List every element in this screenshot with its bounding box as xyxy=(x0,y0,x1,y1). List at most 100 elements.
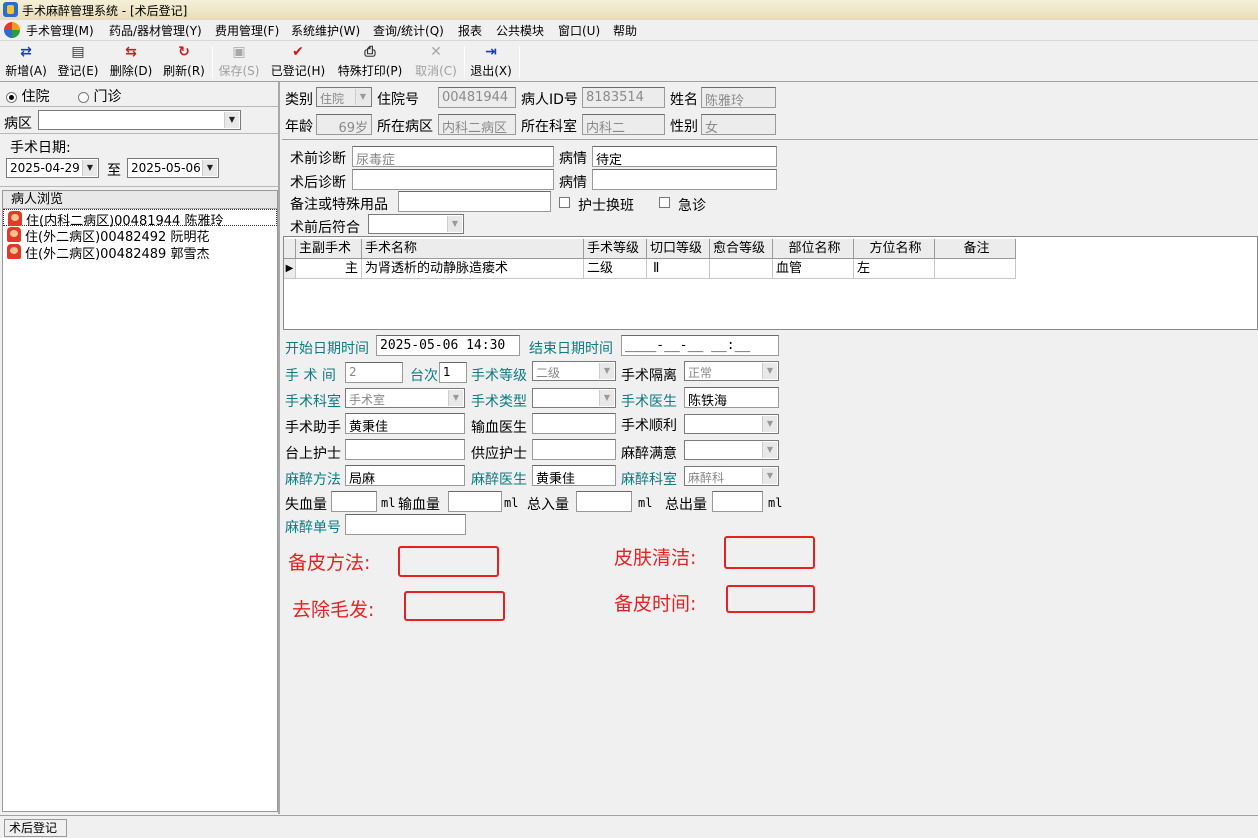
chevron-down-icon[interactable]: ▼ xyxy=(762,468,777,484)
isolation-select[interactable]: 正常 ▼ xyxy=(684,361,779,381)
date-from-picker[interactable]: 2025-04-29 ▼ xyxy=(6,158,99,178)
column-header[interactable]: 主副手术 xyxy=(296,239,362,259)
chevron-down-icon[interactable]: ▼ xyxy=(599,363,614,379)
patient-list: 病人浏览 住(内科二病区)00481944 陈雅玲 住(外二病区)0048249… xyxy=(2,190,278,812)
delete-button[interactable]: ⇆ 删除(D) xyxy=(109,45,153,81)
column-header[interactable]: 愈合等级 xyxy=(710,239,773,259)
anesthesia-doctor-field[interactable]: 黄秉佳 xyxy=(532,465,616,486)
type-select[interactable]: 住院 ▼ xyxy=(316,87,372,107)
patient-list-item[interactable]: 住(外二病区)00482489 郭雪杰 xyxy=(3,243,277,262)
table-cell[interactable] xyxy=(935,259,1016,279)
condition-field[interactable]: 待定 xyxy=(592,146,777,167)
radio-dot xyxy=(6,91,17,103)
emergency-checkbox[interactable]: 急诊 xyxy=(659,195,706,215)
chevron-down-icon[interactable]: ▼ xyxy=(202,160,217,176)
patient-id-field[interactable]: 8183514 xyxy=(582,87,665,108)
remark-field[interactable] xyxy=(398,191,551,212)
surgery-smooth-label: 手术顺利 xyxy=(621,418,677,434)
special-print-button[interactable]: ⎙ 特殊打印(P) xyxy=(336,45,404,81)
table-cell[interactable]: 左 xyxy=(854,259,935,279)
end-datetime-field[interactable]: ____-__-__ __:__ xyxy=(621,335,779,356)
anesthesia-no-field[interactable] xyxy=(345,514,466,535)
blood-transfusion-field[interactable] xyxy=(448,491,502,512)
anesthesia-method-field[interactable]: 局麻 xyxy=(345,465,465,486)
operating-room-field[interactable]: 2 xyxy=(345,362,403,383)
annotation-prep-time-box xyxy=(726,585,815,613)
menu-drugs-equipment[interactable]: 药品/器材管理(Y) xyxy=(109,22,202,39)
table-cell[interactable]: Ⅱ xyxy=(647,259,710,279)
sex-field[interactable]: 女 xyxy=(701,114,776,135)
chevron-down-icon[interactable]: ▼ xyxy=(762,416,777,432)
menu-public-module[interactable]: 公共模块 xyxy=(496,22,544,39)
chevron-down-icon[interactable]: ▼ xyxy=(448,390,463,406)
menu-window[interactable]: 窗口(U) xyxy=(558,22,600,39)
post-op-diagnosis-field[interactable] xyxy=(352,169,554,190)
age-field[interactable]: 69岁 xyxy=(316,114,372,135)
menu-system-maintenance[interactable]: 系统维护(W) xyxy=(291,22,360,39)
condition-label: 病情 xyxy=(559,151,587,167)
refresh-button[interactable]: ↻ 刷新(R) xyxy=(162,45,206,81)
outpatient-radio[interactable]: 门诊 xyxy=(78,86,121,106)
ward-select[interactable]: ▼ xyxy=(38,110,241,130)
condition-label: 病情 xyxy=(559,175,587,191)
sequence-field[interactable]: 1 xyxy=(439,362,467,383)
pre-post-match-select[interactable]: ▼ xyxy=(368,214,464,234)
anesthesia-satisfaction-select[interactable]: ▼ xyxy=(684,440,779,460)
surgery-dept-select[interactable]: 手术室 ▼ xyxy=(345,388,465,408)
column-header[interactable]: 部位名称 xyxy=(773,239,854,259)
assistant-field[interactable]: 黄秉佳 xyxy=(345,413,465,434)
table-cell[interactable] xyxy=(710,259,773,279)
table-cell[interactable]: 血管 xyxy=(773,259,854,279)
surgeon-field[interactable]: 陈铁海 xyxy=(684,387,779,408)
admission-no-field[interactable]: 00481944 xyxy=(438,87,516,108)
date-to-picker[interactable]: 2025-05-06 ▼ xyxy=(127,158,219,178)
name-field[interactable]: 陈雅玲 xyxy=(701,87,776,108)
chevron-down-icon[interactable]: ▼ xyxy=(224,112,239,128)
menu-query-statistics[interactable]: 查询/统计(Q) xyxy=(373,22,444,39)
total-intake-field[interactable] xyxy=(576,491,632,512)
total-output-field[interactable] xyxy=(712,491,763,512)
chevron-down-icon[interactable]: ▼ xyxy=(762,363,777,379)
chevron-down-icon[interactable]: ▼ xyxy=(599,390,614,406)
chevron-down-icon[interactable]: ▼ xyxy=(762,442,777,458)
column-header[interactable]: 手术等级 xyxy=(584,239,647,259)
table-cell[interactable]: 为肾透析的动静脉造瘘术 xyxy=(362,259,584,279)
surgery-type-select[interactable]: ▼ xyxy=(532,388,616,408)
column-header[interactable]: 方位名称 xyxy=(854,239,935,259)
scrub-nurse-field[interactable] xyxy=(345,439,465,460)
register-button[interactable]: ▤ 登记(E) xyxy=(56,45,100,81)
blood-loss-field[interactable] xyxy=(331,491,377,512)
table-cell[interactable]: 主 xyxy=(296,259,362,279)
transfusion-doctor-field[interactable] xyxy=(532,413,616,434)
surgery-smooth-select[interactable]: ▼ xyxy=(684,414,779,434)
supply-nurse-field[interactable] xyxy=(532,439,616,460)
ward-field[interactable]: 内科二病区 xyxy=(438,114,516,135)
menu-fees[interactable]: 费用管理(F) xyxy=(215,22,279,39)
menu-help[interactable]: 帮助 xyxy=(613,22,637,39)
patient-list-item[interactable]: 住(外二病区)00482492 阮明花 xyxy=(3,226,277,245)
surgery-level-select[interactable]: 二级 ▼ xyxy=(532,361,616,381)
column-header[interactable]: 手术名称 xyxy=(362,239,584,259)
menu-reports[interactable]: 报表 xyxy=(458,22,482,39)
system-menu-icon[interactable] xyxy=(4,22,20,38)
cancel-button[interactable]: ✕ 取消(C) xyxy=(413,45,459,81)
table-cell[interactable]: 二级 xyxy=(584,259,647,279)
dept-field[interactable]: 内科二 xyxy=(582,114,665,135)
condition-field[interactable] xyxy=(592,169,777,190)
patient-list-item[interactable]: 住(内科二病区)00481944 陈雅玲 xyxy=(3,209,277,229)
pre-op-diagnosis-field[interactable]: 尿毒症 xyxy=(352,146,554,167)
chevron-down-icon[interactable]: ▼ xyxy=(447,216,462,232)
chevron-down-icon[interactable]: ▼ xyxy=(82,160,97,176)
save-button[interactable]: ▣ 保存(S) xyxy=(217,45,261,81)
anesthesia-dept-select[interactable]: 麻醉科 ▼ xyxy=(684,466,779,486)
column-header[interactable]: 切口等级 xyxy=(647,239,710,259)
column-header[interactable]: 备注 xyxy=(935,239,1016,259)
registered-button[interactable]: ✔ 已登记(H) xyxy=(270,45,326,81)
exit-button[interactable]: ⇥ 退出(X) xyxy=(469,45,513,81)
chevron-down-icon[interactable]: ▼ xyxy=(355,89,370,105)
start-datetime-field[interactable]: 2025-05-06 14:30 xyxy=(376,335,520,356)
add-button[interactable]: ⇄ 新增(A) xyxy=(4,45,48,81)
inpatient-radio[interactable]: 住院 xyxy=(6,86,49,106)
nurse-shift-checkbox[interactable]: 护士换班 xyxy=(559,195,634,215)
menu-surgery-management[interactable]: 手术管理(M) xyxy=(26,22,94,39)
